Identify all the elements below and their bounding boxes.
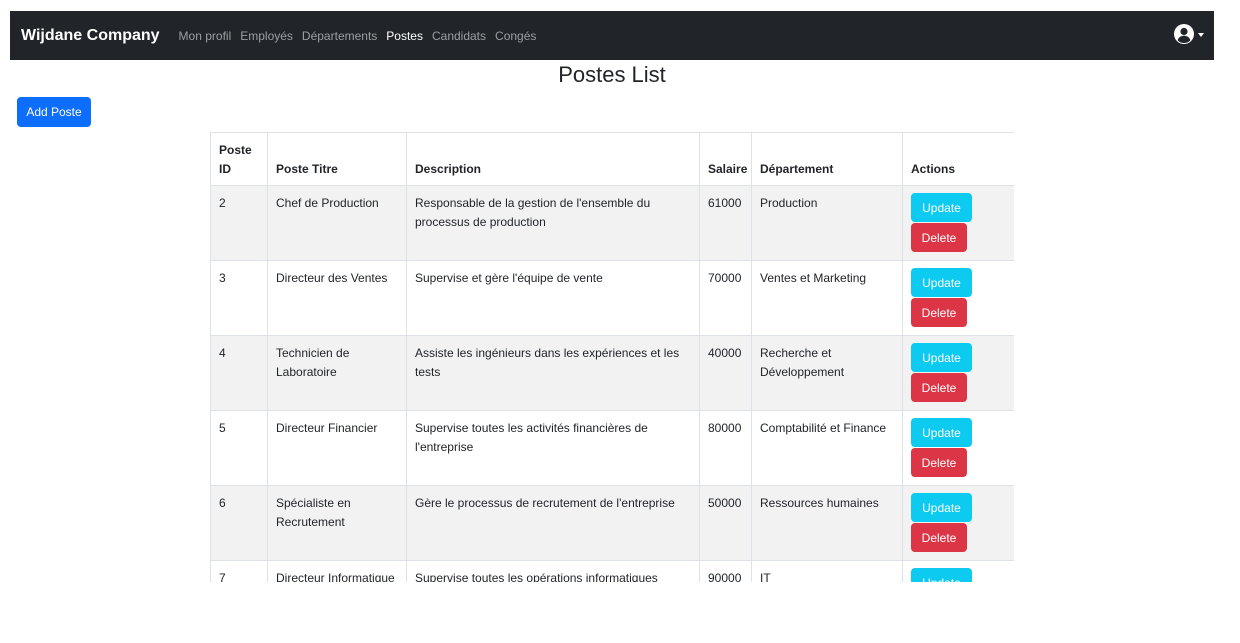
header-poste-id: Poste ID (210, 132, 268, 186)
cell-salaire: 80000 (699, 410, 752, 486)
cell-id: 2 (210, 185, 268, 261)
table-row: 5 Directeur Financier Supervise toutes l… (210, 410, 1014, 486)
delete-button[interactable]: Delete (911, 298, 967, 327)
header-departement: Département (751, 132, 903, 186)
nav-link-mon-profil[interactable]: Mon profil (179, 29, 232, 43)
cell-actions: Update Delete (902, 335, 1014, 411)
nav-link-conges[interactable]: Congés (495, 29, 536, 43)
table-row: 4 Technicien de Laboratoire Assiste les … (210, 335, 1014, 411)
cell-actions: Update Delete (902, 560, 1014, 582)
chevron-down-icon (1198, 33, 1204, 37)
cell-id: 5 (210, 410, 268, 486)
cell-salaire: 61000 (699, 185, 752, 261)
table-row: 3 Directeur des Ventes Supervise et gère… (210, 260, 1014, 336)
postes-table: Poste ID Poste Titre Description Salaire… (210, 132, 1014, 582)
cell-salaire: 40000 (699, 335, 752, 411)
cell-titre: Technicien de Laboratoire (267, 335, 407, 411)
cell-actions: Update Delete (902, 185, 1014, 261)
cell-departement: Production (751, 185, 903, 261)
update-button[interactable]: Update (911, 268, 972, 297)
postes-table-container[interactable]: Poste ID Poste Titre Description Salaire… (210, 132, 1014, 582)
header-poste-titre: Poste Titre (267, 132, 407, 186)
update-button[interactable]: Update (911, 193, 972, 222)
cell-titre: Spécialiste en Recrutement (267, 485, 407, 561)
nav-link-candidats[interactable]: Candidats (432, 29, 486, 43)
nav-link-departements[interactable]: Départements (302, 29, 377, 43)
cell-description: Supervise et gère l'équipe de vente (406, 260, 700, 336)
cell-salaire: 50000 (699, 485, 752, 561)
cell-titre: Directeur Financier (267, 410, 407, 486)
cell-titre: Chef de Production (267, 185, 407, 261)
cell-description: Supervise toutes les activités financièr… (406, 410, 700, 486)
cell-titre: Directeur des Ventes (267, 260, 407, 336)
user-circle-icon (1174, 24, 1194, 44)
top-navbar: Wijdane Company Mon profil Employés Dépa… (10, 11, 1214, 60)
cell-departement: IT (751, 560, 903, 582)
delete-button[interactable]: Delete (911, 373, 967, 402)
update-button[interactable]: Update (911, 418, 972, 447)
cell-actions: Update Delete (902, 260, 1014, 336)
cell-titre: Directeur Informatique (267, 560, 407, 582)
update-button[interactable]: Update (911, 493, 972, 522)
cell-id: 4 (210, 335, 268, 411)
delete-button[interactable]: Delete (911, 523, 967, 552)
update-button[interactable]: Update (911, 568, 972, 582)
cell-description: Supervise toutes les opérations informat… (406, 560, 700, 582)
cell-actions: Update Delete (902, 485, 1014, 561)
header-actions: Actions (902, 132, 1014, 186)
table-row: 7 Directeur Informatique Supervise toute… (210, 560, 1014, 582)
cell-salaire: 90000 (699, 560, 752, 582)
cell-departement: Ressources humaines (751, 485, 903, 561)
cell-id: 7 (210, 560, 268, 582)
nav-links: Mon profil Employés Départements Postes … (179, 29, 546, 43)
cell-departement: Recherche et Développement (751, 335, 903, 411)
update-button[interactable]: Update (911, 343, 972, 372)
table-row: 2 Chef de Production Responsable de la g… (210, 185, 1014, 261)
cell-departement: Ventes et Marketing (751, 260, 903, 336)
page-title: Postes List (558, 62, 666, 87)
user-menu-dropdown[interactable] (1173, 23, 1204, 45)
table-row: 6 Spécialiste en Recrutement Gère le pro… (210, 485, 1014, 561)
cell-description: Responsable de la gestion de l'ensemble … (406, 185, 700, 261)
delete-button[interactable]: Delete (911, 448, 967, 477)
nav-link-employes[interactable]: Employés (240, 29, 293, 43)
nav-link-postes[interactable]: Postes (386, 29, 423, 43)
header-description: Description (406, 132, 700, 186)
cell-actions: Update Delete (902, 410, 1014, 486)
cell-id: 6 (210, 485, 268, 561)
table-header-row: Poste ID Poste Titre Description Salaire… (210, 132, 1014, 186)
cell-salaire: 70000 (699, 260, 752, 336)
add-poste-button[interactable]: Add Poste (17, 97, 91, 127)
cell-description: Assiste les ingénieurs dans les expérien… (406, 335, 700, 411)
delete-button[interactable]: Delete (911, 223, 967, 252)
cell-id: 3 (210, 260, 268, 336)
header-salaire: Salaire (699, 132, 752, 186)
cell-description: Gère le processus de recrutement de l'en… (406, 485, 700, 561)
brand-logo[interactable]: Wijdane Company (21, 27, 160, 45)
cell-departement: Comptabilité et Finance (751, 410, 903, 486)
